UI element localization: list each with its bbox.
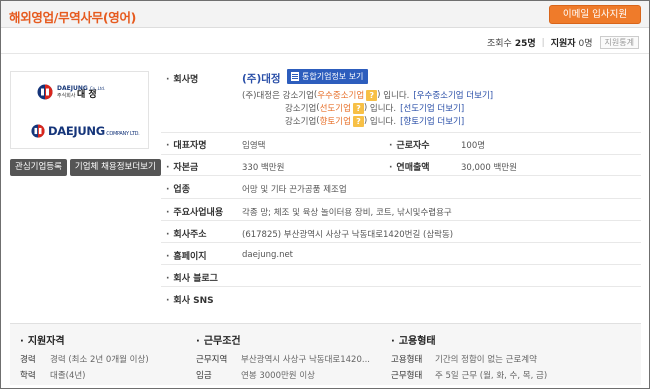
homepage-label: 홈페이지 bbox=[166, 249, 206, 262]
ceo-label: 대표자명 bbox=[166, 138, 206, 151]
help-icon[interactable]: ? bbox=[352, 102, 364, 114]
logo-small: DAEJUNG Co.,Ltd. 주식회사 대 정 bbox=[37, 84, 105, 100]
row-ceo: 대표자명 임영택 근로자수 100명 bbox=[161, 133, 641, 155]
row-company-name: 회사명 (주)대정 통합기업정보 보기 (주)대정은 강소기업(우수중소기업?)… bbox=[161, 63, 641, 133]
more-company-jobs-button[interactable]: 기업체 채용정보더보기 bbox=[69, 159, 161, 176]
daejung-emblem-icon bbox=[37, 84, 53, 100]
capital-value: 330 백만원 bbox=[242, 163, 285, 173]
more-leading-company-link[interactable]: [선도기업 더보기] bbox=[400, 102, 464, 114]
sme-tag: 우수중소기업 bbox=[317, 91, 365, 101]
header-bar: 해외영업/무역사무(영어) 이메일 입사지원 bbox=[1, 1, 649, 28]
blog-label: 회사 블로그 bbox=[166, 271, 218, 284]
sme-line-2: 강소기업(선도기업?) 입니다. [선도기업 더보기] bbox=[285, 102, 465, 114]
work-form-label: 근무형태 bbox=[391, 371, 423, 381]
job-posting-frame: 해외영업/무역사무(영어) 이메일 입사지원 조회수 25명 | 지원자 0명 … bbox=[0, 0, 650, 389]
corp-info-button[interactable]: 통합기업정보 보기 bbox=[287, 69, 369, 84]
sme-tag: 향토기업 bbox=[319, 117, 351, 127]
location-label: 근무지역 bbox=[196, 355, 228, 365]
company-name: (주)대정 bbox=[242, 73, 281, 85]
education-value: 대졸(4년) bbox=[50, 371, 86, 381]
sns-label: 회사 SNS bbox=[166, 293, 213, 306]
work-conditions-column: 근무조건 근무지역 부산광역시 사상구 낙동대로1420... 임금 연봉 3000… bbox=[196, 332, 370, 385]
application-stats-button[interactable]: 지원통계 bbox=[599, 36, 639, 49]
employment-type-label: 고용형태 bbox=[391, 355, 423, 365]
help-icon[interactable]: ? bbox=[366, 89, 378, 101]
logo-kr-name: 대 정 bbox=[77, 89, 97, 100]
location-value: 부산광역시 사상구 낙동대로1420... bbox=[241, 355, 370, 365]
sme-suffix: 입니다. bbox=[383, 91, 410, 101]
help-icon[interactable]: ? bbox=[352, 115, 364, 127]
row-capital: 자본금 330 백만원 연매출액 30,000 백만원 bbox=[161, 155, 641, 176]
row-blog: 회사 블로그 bbox=[161, 265, 641, 287]
address-value: (617825) 부산광역시 사상구 낙동대로1420번길 (삼락동) bbox=[242, 230, 454, 240]
work-form-value: 주 5일 근무 (월, 화, 수, 목, 금) bbox=[435, 371, 548, 381]
logo-large: DAEJUNG COMPANY LTD. bbox=[31, 124, 140, 138]
industry-label: 업종 bbox=[166, 182, 190, 195]
qualification-title: 지원자격 bbox=[20, 332, 149, 347]
employees-label: 근로자수 bbox=[389, 138, 429, 151]
row-homepage: 홈페이지 daejung.net bbox=[161, 243, 641, 265]
sme-suffix: 입니다. bbox=[369, 104, 397, 114]
business-label: 주요사업내용 bbox=[166, 205, 223, 218]
employment-column: 고용형태 고용형태기간의 정함이 없는 근로계약 근무형태주 5일 근무 (월,… bbox=[391, 332, 547, 385]
more-excellent-sme-link[interactable]: [우수중소기업 더보기] bbox=[413, 89, 493, 101]
address-label: 회사주소 bbox=[166, 227, 206, 240]
wage-label: 임금 bbox=[196, 371, 212, 381]
sme-prefix: 강소기업 bbox=[285, 117, 317, 127]
logo-kr-prefix: 주식회사 bbox=[57, 92, 76, 99]
sme-line-3: 강소기업(향토기업?) 입니다. [향토기업 더보기] bbox=[285, 115, 465, 127]
employment-type-value: 기간의 정함이 없는 근로계약 bbox=[435, 355, 537, 365]
daejung-emblem-large-icon bbox=[31, 124, 45, 138]
applicants-count: 0명 bbox=[578, 39, 593, 49]
conditions-panel: 지원자격 경력 경력 (최소 2년 0개월 이상) 학력 대졸(4년) 근무조건 근… bbox=[10, 323, 641, 385]
sme-intro: (주)대정은 bbox=[242, 91, 280, 101]
industry-value: 어망 및 기타 끈가공품 제조업 bbox=[242, 185, 347, 195]
company-logo: DAEJUNG Co.,Ltd. 주식회사 대 정 DAEJUNG COMPAN… bbox=[10, 71, 149, 149]
sales-value: 30,000 백만원 bbox=[461, 163, 517, 173]
email-apply-button[interactable]: 이메일 입사지원 bbox=[549, 5, 641, 24]
more-local-company-link[interactable]: [향토기업 더보기] bbox=[400, 115, 464, 127]
logo-big-brand: DAEJUNG bbox=[48, 124, 105, 138]
header-divider bbox=[1, 53, 649, 54]
employment-title: 고용형태 bbox=[391, 332, 547, 347]
register-interest-button[interactable]: 관심기업등록 bbox=[10, 159, 67, 176]
sme-tag: 선도기업 bbox=[319, 104, 351, 114]
education-label: 학력 bbox=[20, 371, 36, 381]
job-title: 해외영업/무역사무(영어) bbox=[9, 10, 137, 25]
capital-label: 자본금 bbox=[166, 160, 198, 173]
stats-separator: | bbox=[541, 37, 545, 48]
corp-info-button-label: 통합기업정보 보기 bbox=[302, 72, 364, 81]
logo-big-suffix: COMPANY LTD. bbox=[106, 131, 140, 137]
row-industry: 업종 어망 및 기타 끈가공품 제조업 bbox=[161, 176, 641, 199]
side-buttons: 관심기업등록 기업체 채용정보더보기 bbox=[10, 159, 161, 176]
homepage-link[interactable]: daejung.net bbox=[242, 250, 293, 260]
document-icon bbox=[291, 72, 299, 81]
sales-label: 연매출액 bbox=[389, 160, 429, 173]
row-business: 주요사업내용 각종 망; 체조 및 육상 놀이터용 장비, 코트, 낚시및수렵용… bbox=[161, 199, 641, 221]
sme-suffix: 입니다. bbox=[369, 117, 397, 127]
sme-prefix: 강소기업 bbox=[285, 104, 317, 114]
ceo-value: 임영택 bbox=[242, 141, 266, 151]
row-sns: 회사 SNS bbox=[161, 287, 641, 309]
career-value: 경력 (최소 2년 0개월 이상) bbox=[50, 355, 149, 365]
company-name-label: 회사명 bbox=[166, 72, 198, 85]
wage-value: 연봉 3000만원 이상 bbox=[241, 371, 315, 381]
business-value: 각종 망; 체조 및 육상 놀이터용 장비, 코트, 낚시및수렵용구 bbox=[242, 208, 452, 218]
sme-prefix: 강소기업 bbox=[282, 91, 314, 101]
views-count: 25명 bbox=[514, 39, 536, 49]
sme-line-1: (주)대정은 강소기업(우수중소기업?) 입니다. [우수중소기업 더보기] bbox=[242, 89, 494, 101]
employees-value: 100명 bbox=[461, 141, 486, 151]
career-label: 경력 bbox=[20, 355, 36, 365]
stats-bar: 조회수 25명 | 지원자 0명 지원통계 bbox=[487, 36, 639, 49]
applicants-label: 지원자 bbox=[550, 39, 576, 49]
qualification-column: 지원자격 경력 경력 (최소 2년 0개월 이상) 학력 대졸(4년) bbox=[20, 332, 149, 385]
work-conditions-title: 근무조건 bbox=[196, 332, 370, 347]
row-address: 회사주소 (617825) 부산광역시 사상구 낙동대로1420번길 (삼락동) bbox=[161, 221, 641, 243]
views-label: 조회수 bbox=[486, 39, 512, 49]
